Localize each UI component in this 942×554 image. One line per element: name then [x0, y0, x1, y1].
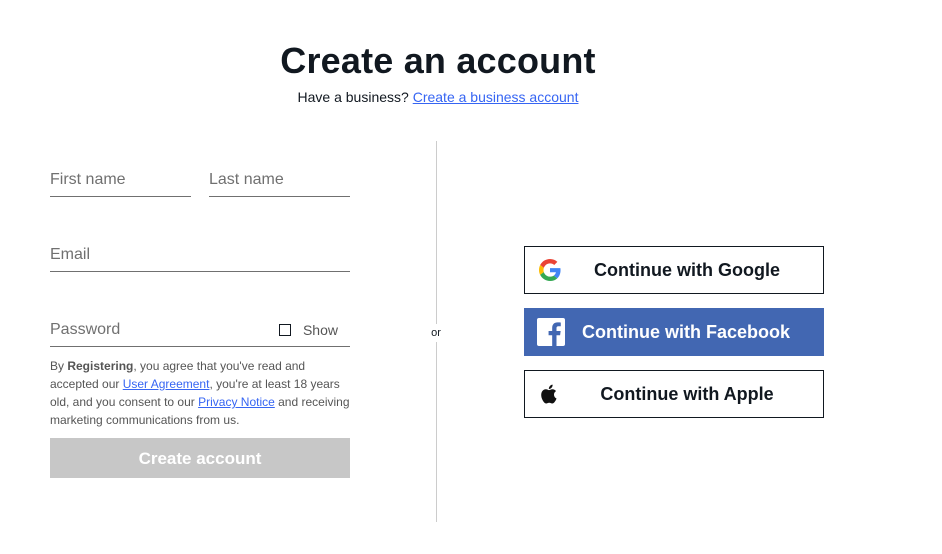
password-field: Show	[50, 316, 350, 347]
password-input[interactable]	[50, 316, 270, 344]
signup-page: Create an account Have a business? Creat…	[0, 0, 942, 554]
continue-with-facebook-button[interactable]: Continue with Facebook	[524, 308, 824, 356]
apple-button-label: Continue with Apple	[600, 384, 774, 404]
legal-registering: Registering	[67, 359, 134, 373]
google-button-label: Continue with Google	[594, 260, 780, 280]
business-prompt: Have a business? Create a business accou…	[0, 89, 876, 105]
legal-text-part1: By	[50, 359, 68, 373]
create-account-button[interactable]: Create account	[50, 438, 350, 478]
show-password-toggle[interactable]: Show	[278, 322, 338, 338]
facebook-button-label: Continue with Facebook	[581, 322, 790, 342]
or-separator: or	[426, 324, 446, 342]
last-name-field	[209, 166, 350, 197]
first-name-input[interactable]	[50, 166, 191, 194]
continue-with-google-button[interactable]: Continue with Google	[524, 246, 824, 294]
checkbox-icon[interactable]	[278, 324, 291, 336]
email-input[interactable]	[50, 241, 350, 269]
show-password-label: Show	[302, 322, 338, 338]
continue-with-apple-button[interactable]: Continue with Apple	[524, 370, 824, 418]
page-title: Create an account	[280, 40, 596, 81]
legal-text: By Registering, you agree that you've re…	[50, 357, 350, 429]
last-name-input[interactable]	[209, 166, 350, 194]
business-prompt-text: Have a business?	[297, 89, 409, 105]
create-business-account-link[interactable]: Create a business account	[413, 89, 579, 105]
first-name-field	[50, 166, 191, 197]
privacy-notice-link[interactable]: Privacy Notice	[198, 395, 275, 409]
email-field	[50, 241, 350, 272]
user-agreement-link[interactable]: User Agreement	[123, 377, 210, 391]
